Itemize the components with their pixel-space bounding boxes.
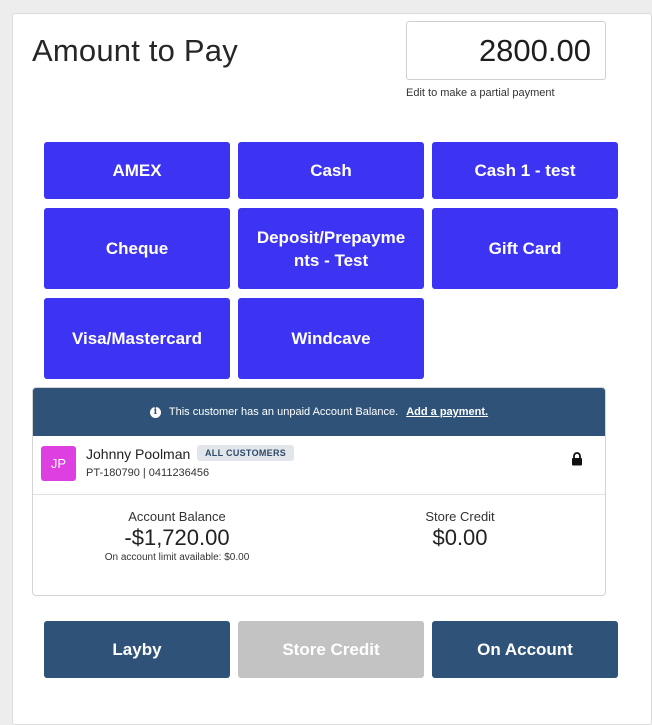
method-button-gift-card[interactable]: Gift Card: [432, 208, 618, 289]
account-balance-section: Account Balance -$1,720.00 On account li…: [77, 509, 277, 563]
on-account-button[interactable]: On Account: [432, 621, 618, 678]
store-credit-button[interactable]: Store Credit: [238, 621, 424, 678]
account-limit-note: On account limit available: $0.00: [104, 552, 250, 563]
alert-text: This customer has an unpaid Account Bala…: [168, 406, 399, 418]
layby-button[interactable]: Layby: [44, 621, 230, 678]
amount-input[interactable]: 2800.00: [406, 21, 606, 80]
store-credit-section: Store Credit $0.00: [360, 509, 560, 551]
customer-card: i This customer has an unpaid Account Ba…: [32, 387, 606, 596]
store-credit-label: Store Credit: [425, 509, 495, 524]
method-button-cash-1-test[interactable]: Cash 1 - test: [432, 142, 618, 199]
account-balance-alert: i This customer has an unpaid Account Ba…: [33, 388, 605, 436]
method-button-amex[interactable]: AMEX: [44, 142, 230, 199]
store-credit-value: $0.00: [432, 525, 488, 550]
customer-name: Johnny Poolman: [86, 446, 191, 462]
method-button-visa-mastercard[interactable]: Visa/Mastercard: [44, 298, 230, 379]
account-balance-value: -$1,720.00: [124, 525, 230, 550]
customer-group-badge: ALL CUSTOMERS: [197, 445, 295, 461]
avatar: JP: [41, 446, 76, 481]
customer-code-phone: PT-180790 | 0411236456: [86, 467, 210, 479]
amount-hint: Edit to make a partial payment: [406, 87, 555, 99]
lock-icon[interactable]: [571, 452, 583, 466]
account-balance-label: Account Balance: [128, 509, 226, 524]
add-payment-link[interactable]: Add a payment.: [406, 406, 488, 418]
method-button-cash[interactable]: Cash: [238, 142, 424, 199]
customer-row[interactable]: JP Johnny Poolman ALL CUSTOMERS PT-18079…: [33, 436, 605, 495]
info-icon: i: [149, 406, 161, 418]
method-button-deposit-prepayments[interactable]: Deposit/Prepayments - Test: [238, 208, 424, 289]
method-button-windcave[interactable]: Windcave: [238, 298, 424, 379]
method-button-cheque[interactable]: Cheque: [44, 208, 230, 289]
page-title: Amount to Pay: [32, 33, 238, 68]
